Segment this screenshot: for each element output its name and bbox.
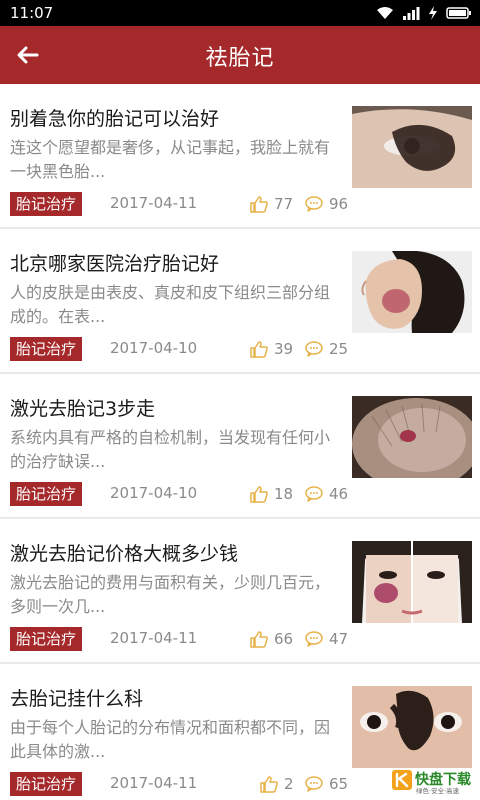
comment-count: 25: [329, 340, 349, 358]
article-thumbnail[interactable]: [352, 251, 472, 333]
article-meta: 胎记治疗 2017-04-11 77 96: [10, 191, 350, 217]
comment-counter[interactable]: 46: [305, 483, 348, 505]
article-excerpt: 连这个愿望都是奢侈，从记事起，我脸上就有一块黑色胎...: [10, 138, 331, 181]
comment-icon: [305, 631, 323, 647]
comment-count: 47: [329, 630, 349, 648]
like-counter[interactable]: 66: [250, 628, 293, 650]
article-date: 2017-04-11: [110, 774, 198, 792]
article-thumbnail[interactable]: [352, 106, 472, 188]
category-tag[interactable]: 胎记治疗: [10, 192, 83, 216]
comment-icon: [305, 196, 323, 212]
like-count: 39: [274, 340, 294, 358]
like-count: 2: [284, 775, 294, 793]
article-date: 2017-04-10: [110, 339, 198, 357]
signal-icon: [403, 7, 420, 20]
category-tag[interactable]: 胎记治疗: [10, 482, 83, 506]
article-title[interactable]: 激光去胎记3步走: [10, 394, 155, 421]
like-count: 66: [274, 630, 294, 648]
comment-counter[interactable]: 25: [305, 338, 348, 360]
comment-counter[interactable]: 96: [305, 193, 348, 215]
article-title[interactable]: 北京哪家医院治疗胎记好: [10, 249, 219, 276]
article-thumbnail[interactable]: [352, 541, 472, 623]
thumbs-up-icon: [250, 630, 268, 648]
charging-icon: [429, 6, 437, 20]
watermark-logo: 快盘下载 绿色·安全·高速: [392, 768, 474, 795]
thumbs-up-icon: [260, 775, 278, 793]
thumbs-up-icon: [250, 340, 268, 358]
article-meta: 胎记治疗 2017-04-10 39 25: [10, 336, 350, 362]
article-title[interactable]: 去胎记挂什么科: [10, 684, 143, 711]
comment-icon: [305, 341, 323, 357]
battery-icon: [446, 7, 471, 19]
article-item[interactable]: 北京哪家医院治疗胎记好 人的皮肤是由表皮、真皮和皮下组织三部分组成的。在表...…: [0, 229, 480, 374]
like-count: 18: [274, 485, 294, 503]
comment-count: 96: [329, 195, 349, 213]
article-title[interactable]: 激光去胎记价格大概多少钱: [10, 539, 238, 566]
article-excerpt: 由于每个人胎记的分布情况和面积都不同，因此具体的激...: [10, 718, 331, 761]
page-title: 祛胎记: [205, 46, 275, 71]
article-meta: 胎记治疗 2017-04-11 2 65: [10, 771, 350, 797]
category-tag[interactable]: 胎记治疗: [10, 627, 83, 651]
comment-icon: [305, 776, 323, 792]
status-time: 11:07: [10, 4, 54, 22]
comment-count: 65: [329, 775, 349, 793]
like-counter[interactable]: 2: [260, 773, 294, 795]
like-count: 77: [274, 195, 294, 213]
category-tag[interactable]: 胎记治疗: [10, 772, 83, 796]
app-bar: 祛胎记: [0, 26, 480, 84]
article-meta: 胎记治疗 2017-04-11 66 47: [10, 626, 350, 652]
article-title[interactable]: 别着急你的胎记可以治好: [10, 104, 219, 131]
like-counter[interactable]: 18: [250, 483, 293, 505]
svg-text:快盘下载: 快盘下载: [415, 771, 471, 788]
category-tag[interactable]: 胎记治疗: [10, 337, 83, 361]
thumbs-up-icon: [250, 195, 268, 213]
comment-counter[interactable]: 65: [305, 773, 348, 795]
like-counter[interactable]: 39: [250, 338, 293, 360]
article-meta: 胎记治疗 2017-04-10 18 46: [10, 481, 350, 507]
comment-icon: [305, 486, 323, 502]
article-item[interactable]: 激光去胎记价格大概多少钱 激光去胎记的费用与面积有关，少则几百元，多则一次几..…: [0, 519, 480, 664]
thumbs-up-icon: [250, 485, 268, 503]
article-date: 2017-04-11: [110, 629, 198, 647]
wifi-icon: [377, 7, 393, 19]
comment-counter[interactable]: 47: [305, 628, 348, 650]
article-excerpt: 系统内具有严格的自检机制，当发现有任何小的治疗缺误...: [10, 428, 331, 471]
article-excerpt: 人的皮肤是由表皮、真皮和皮下组织三部分组成的。在表...: [10, 283, 331, 326]
status-icons: [376, 5, 472, 21]
svg-text:绿色·安全·高速: 绿色·安全·高速: [416, 786, 460, 794]
comment-count: 46: [329, 485, 349, 503]
article-list[interactable]: 别着急你的胎记可以治好 连这个愿望都是奢侈，从记事起，我脸上就有一块黑色胎...…: [0, 84, 480, 800]
article-item[interactable]: 激光去胎记3步走 系统内具有严格的自检机制，当发现有任何小的治疗缺误... 胎记…: [0, 374, 480, 519]
article-date: 2017-04-11: [110, 194, 198, 212]
article-thumbnail[interactable]: [352, 396, 472, 478]
article-thumbnail[interactable]: [352, 686, 472, 768]
like-counter[interactable]: 77: [250, 193, 293, 215]
article-excerpt: 激光去胎记的费用与面积有关，少则几百元，多则一次几...: [10, 573, 331, 616]
article-item[interactable]: 别着急你的胎记可以治好 连这个愿望都是奢侈，从记事起，我脸上就有一块黑色胎...…: [0, 84, 480, 229]
status-bar: 11:07: [0, 0, 480, 26]
article-date: 2017-04-10: [110, 484, 198, 502]
